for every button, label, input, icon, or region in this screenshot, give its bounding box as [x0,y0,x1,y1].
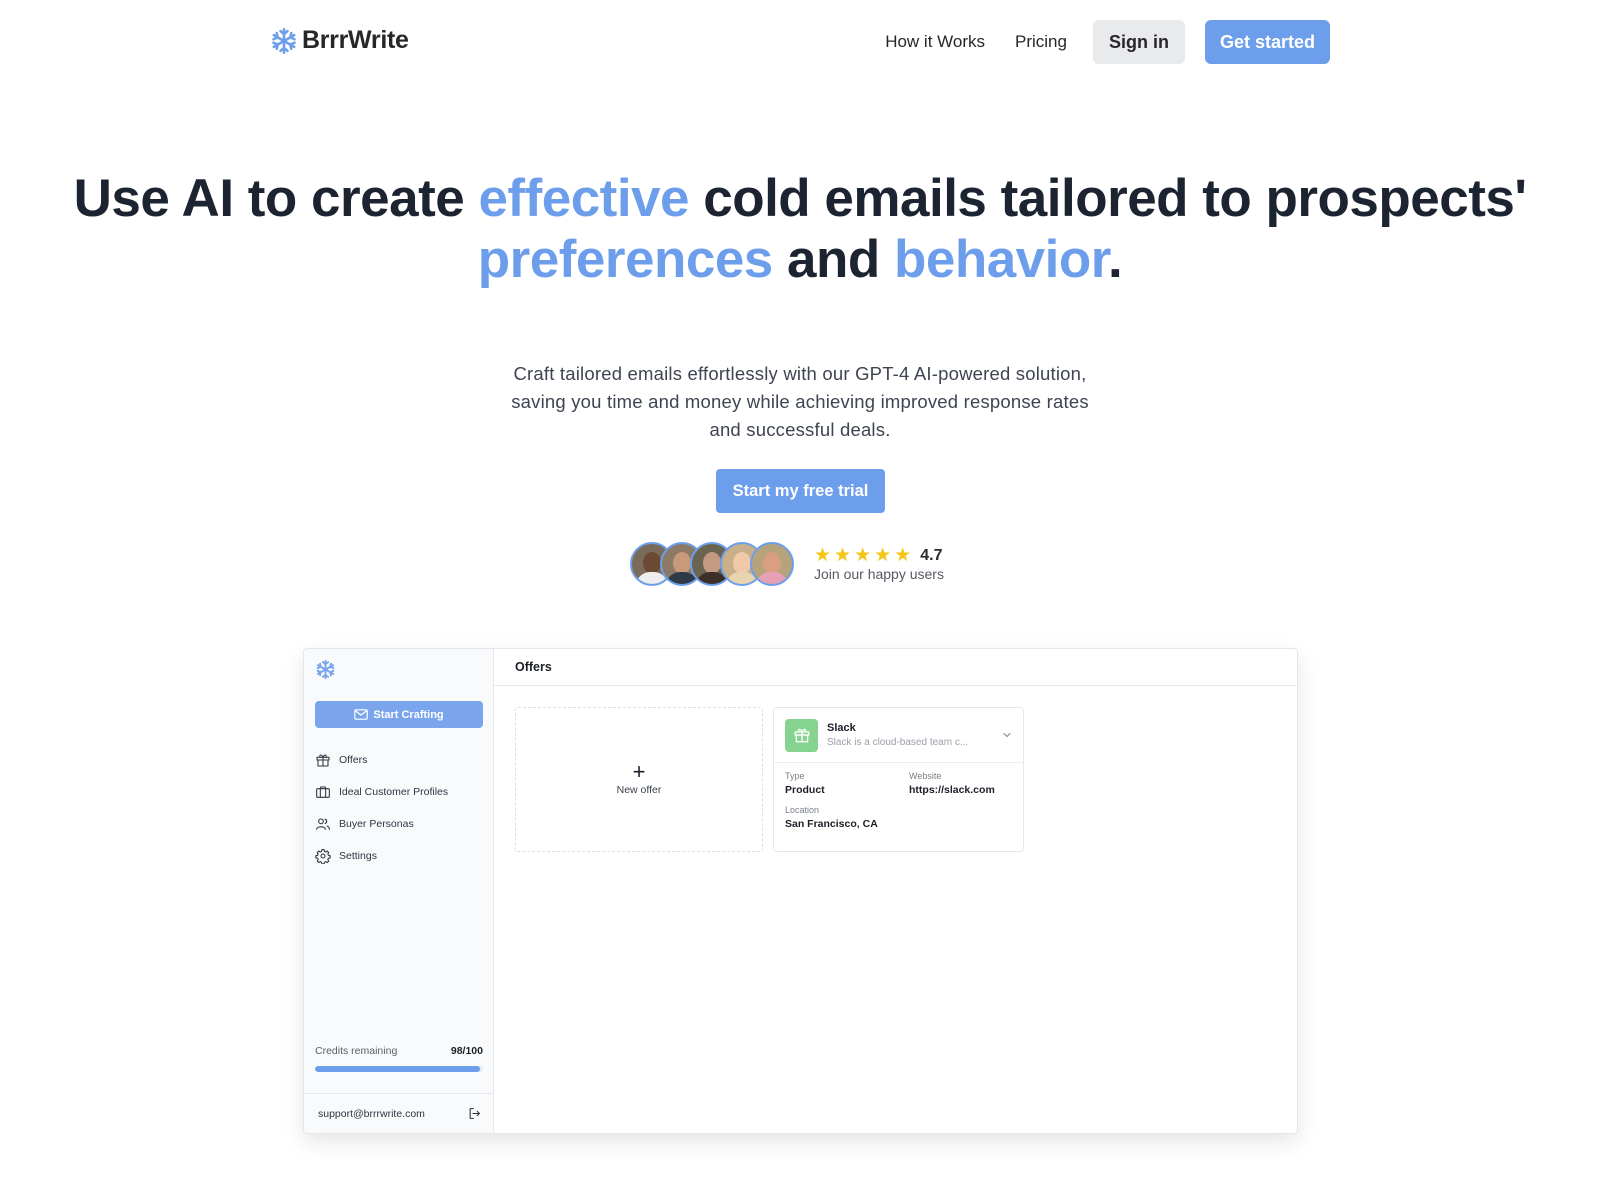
offer-field-location: Location San Francisco, CA [785,805,909,830]
credits-value: 98/100 [450,1045,483,1057]
star-rating: ★ ★ ★ ★ ★ 4.7 [814,544,944,566]
offer-description: Slack is a cloud-based team c... [827,737,969,748]
hero-subtitle-line: saving you time and money while achievin… [511,391,1089,412]
credits-panel: Credits remaining 98/100 [315,1045,483,1072]
sidebar-footer: support@brrrwrite.com [304,1093,494,1133]
sidebar-item-buyer-personas[interactable]: Buyer Personas [315,808,448,840]
briefcase-icon [316,786,330,798]
snowflake-icon [316,659,335,680]
hero-title-highlight: behavior [893,230,1108,289]
chevron-down-icon[interactable] [1002,730,1012,740]
field-value[interactable]: https://slack.com [909,784,1029,796]
avatar [750,542,794,586]
user-avatars [630,542,794,586]
start-free-trial-button[interactable]: Start my free trial [716,469,885,513]
offer-name: Slack [827,722,856,734]
sidebar-item-label: Settings [339,850,377,862]
hero-title-highlight: effective [478,169,689,228]
sign-in-button[interactable]: Sign in [1092,20,1185,64]
hero-title-highlight: preferences [477,230,774,289]
hero-subtitle-line: Craft tailored emails effortlessly with … [513,363,1087,384]
snowflake-icon [272,27,296,54]
gift-icon [794,728,809,743]
credits-progress-fill [315,1066,480,1072]
logout-icon[interactable] [468,1107,481,1120]
gear-icon [315,849,331,864]
rating-value: 4.7 [920,546,943,564]
hero-title-part: cold emails tailored to prospects' [689,169,1527,228]
users-icon [316,818,330,830]
field-value: San Francisco, CA [785,818,878,830]
hero-title-part: . [1107,230,1123,289]
sidebar-item-label: Buyer Personas [339,818,414,830]
sidebar-item-settings[interactable]: Settings [315,840,448,872]
social-proof: ★ ★ ★ ★ ★ 4.7 Join our happy users [630,542,944,586]
hero-title-part: Use AI to create [73,169,479,228]
field-label: Location [785,805,820,815]
top-nav: BrrrWrite How it Works Pricing Sign in G… [0,0,1600,84]
credits-label: Credits remaining [315,1045,398,1057]
credits-progress-bar [315,1066,483,1072]
hero-subtitle: Craft tailored emails effortlessly with … [0,360,1600,444]
page-title: Offers [494,649,1297,686]
field-value: Product [785,784,825,796]
nav-links: How it Works Pricing Sign in Get started [885,20,1330,64]
star-icon: ★ [894,544,912,566]
brand-name: BrrrWrite [302,26,409,54]
app-sidebar: Start Crafting Offers Ideal Customer Pro… [304,649,494,1133]
plus-icon: + [632,759,646,784]
new-offer-label: New offer [616,784,662,796]
app-main: Offers + New offer Slack Slack is a clou… [494,649,1297,1133]
offer-card[interactable]: Slack Slack is a cloud-based team c... T… [773,707,1024,852]
sidebar-nav: Offers Ideal Customer Profiles Buyer Per… [315,744,448,872]
start-crafting-button[interactable]: Start Crafting [315,701,483,728]
gift-icon [316,754,330,767]
rating-caption: Join our happy users [814,565,944,582]
brand-logo[interactable]: BrrrWrite [270,26,409,55]
offer-card-header[interactable]: Slack Slack is a cloud-based team c... [774,708,1023,763]
rating: ★ ★ ★ ★ ★ 4.7 Join our happy users [814,544,944,582]
hero-subtitle-line: and successful deals. [709,419,891,440]
offer-icon-badge [785,718,818,752]
sidebar-item-label: Ideal Customer Profiles [339,786,449,798]
star-icon: ★ [854,544,872,566]
app-preview: Start Crafting Offers Ideal Customer Pro… [303,648,1298,1134]
sidebar-item-label: Offers [339,754,368,766]
offer-field-website: Website https://slack.com [909,771,1029,796]
hero-title: Use AI to create effective cold emails t… [0,168,1600,290]
nav-link-pricing[interactable]: Pricing [1015,32,1067,52]
support-email[interactable]: support@brrrwrite.com [318,1108,425,1120]
field-label: Type [785,771,805,781]
mail-icon [354,709,369,720]
star-icon: ★ [834,544,852,566]
field-label: Website [909,771,942,781]
nav-link-how-it-works[interactable]: How it Works [885,32,985,52]
sidebar-item-offers[interactable]: Offers [315,744,448,776]
get-started-button[interactable]: Get started [1204,20,1330,64]
star-icon: ★ [814,544,832,566]
hero-title-part: and [772,230,894,289]
offer-details: Type Product Website https://slack.com L… [774,763,1023,830]
offer-field-type: Type Product [785,771,909,796]
star-icon: ★ [874,544,892,566]
new-offer-button[interactable]: + New offer [515,707,763,852]
start-crafting-label: Start Crafting [373,708,444,721]
sidebar-item-ideal-customer-profiles[interactable]: Ideal Customer Profiles [315,776,448,808]
